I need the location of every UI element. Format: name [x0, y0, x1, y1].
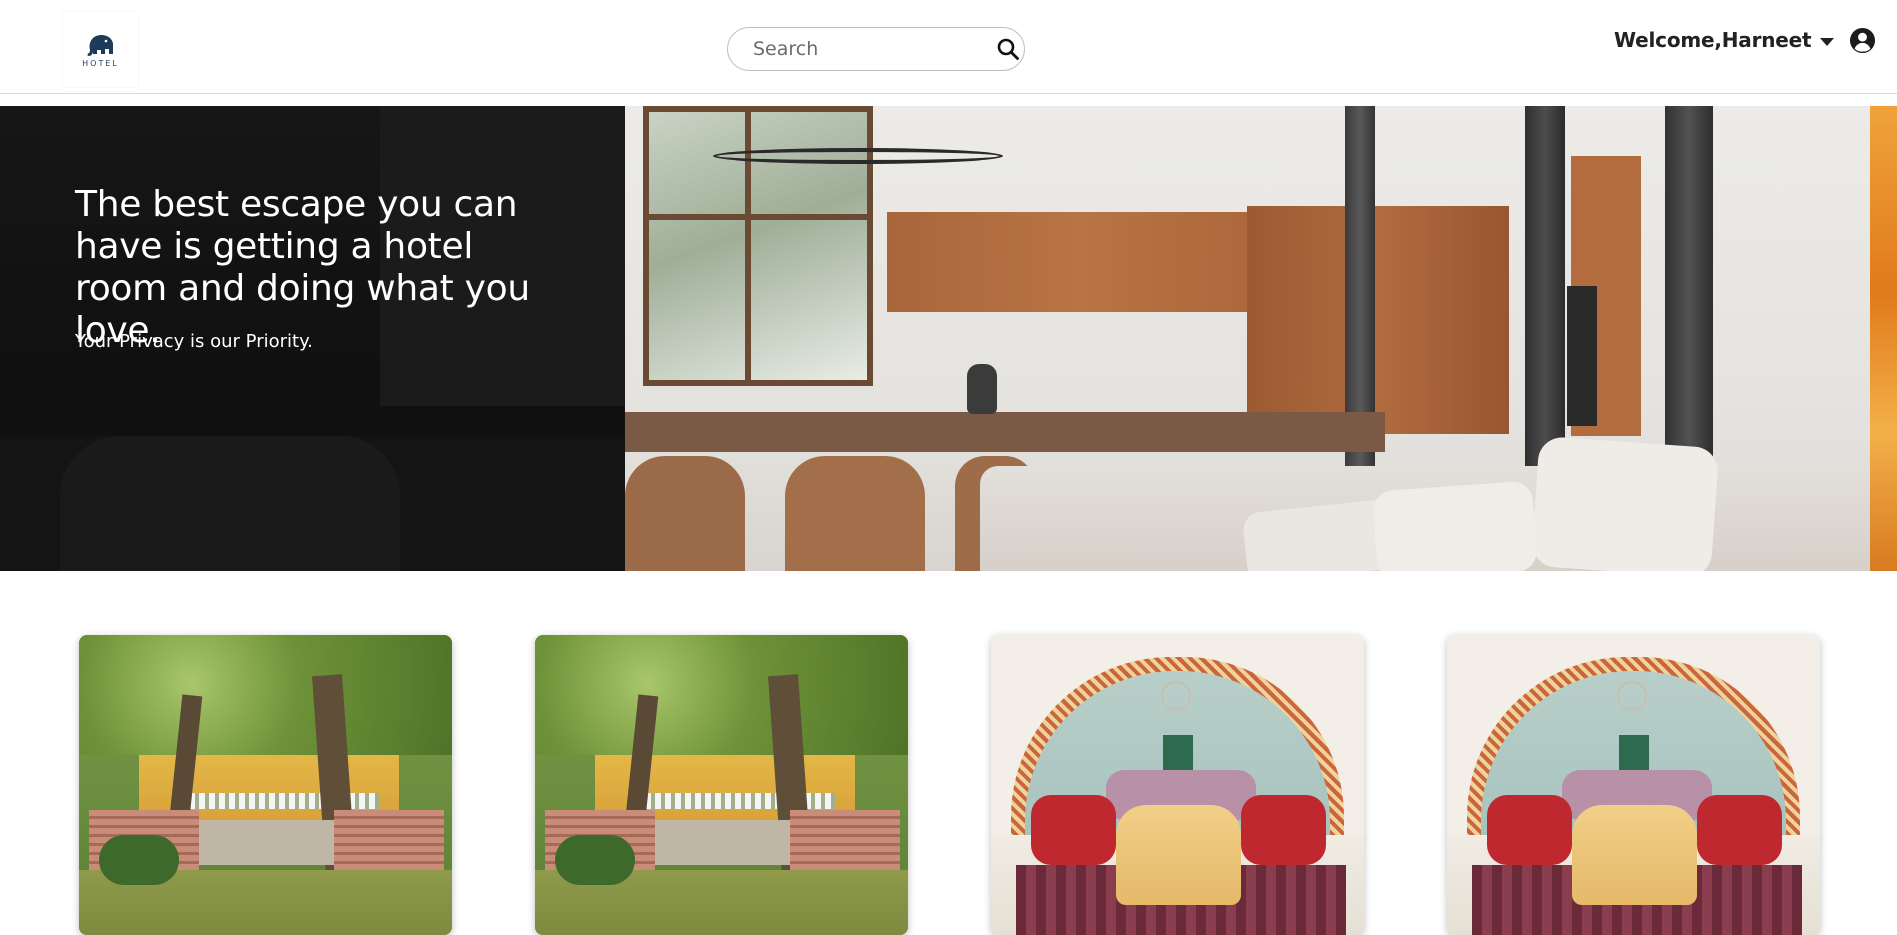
hero-subtitle: Your Privacy is our Priority. [75, 331, 313, 352]
hotel-card[interactable] [79, 635, 452, 935]
garden-estate-image [79, 635, 452, 935]
elephant-logo-icon [87, 34, 113, 56]
user-greeting: Welcome,Harneet [1614, 28, 1812, 52]
hotel-logo[interactable]: HOTEL [63, 12, 138, 87]
logo-text: HOTEL [82, 58, 119, 68]
user-circle-icon[interactable] [1849, 27, 1876, 54]
hotel-card[interactable] [535, 635, 908, 935]
garden-estate-image [535, 635, 908, 935]
search-icon [997, 38, 1019, 60]
palace-salon-image [1447, 635, 1820, 935]
navbar: HOTEL Welcome,Harneet [0, 0, 1897, 94]
hero-interior-image [625, 106, 1897, 571]
search-button[interactable] [996, 35, 1020, 63]
hotel-card[interactable] [1447, 635, 1820, 935]
palace-salon-image [991, 635, 1364, 935]
search-input[interactable] [753, 38, 996, 60]
hero-banner: The best escape you can have is getting … [0, 106, 1897, 571]
hero-title: The best escape you can have is getting … [75, 184, 530, 351]
hotel-card[interactable] [991, 635, 1364, 935]
caret-down-icon [1820, 37, 1835, 46]
hotel-cards [0, 635, 1897, 935]
hero-text-panel: The best escape you can have is getting … [0, 106, 625, 571]
search-bar [727, 27, 1025, 71]
user-menu[interactable]: Welcome,Harneet [1614, 24, 1876, 56]
